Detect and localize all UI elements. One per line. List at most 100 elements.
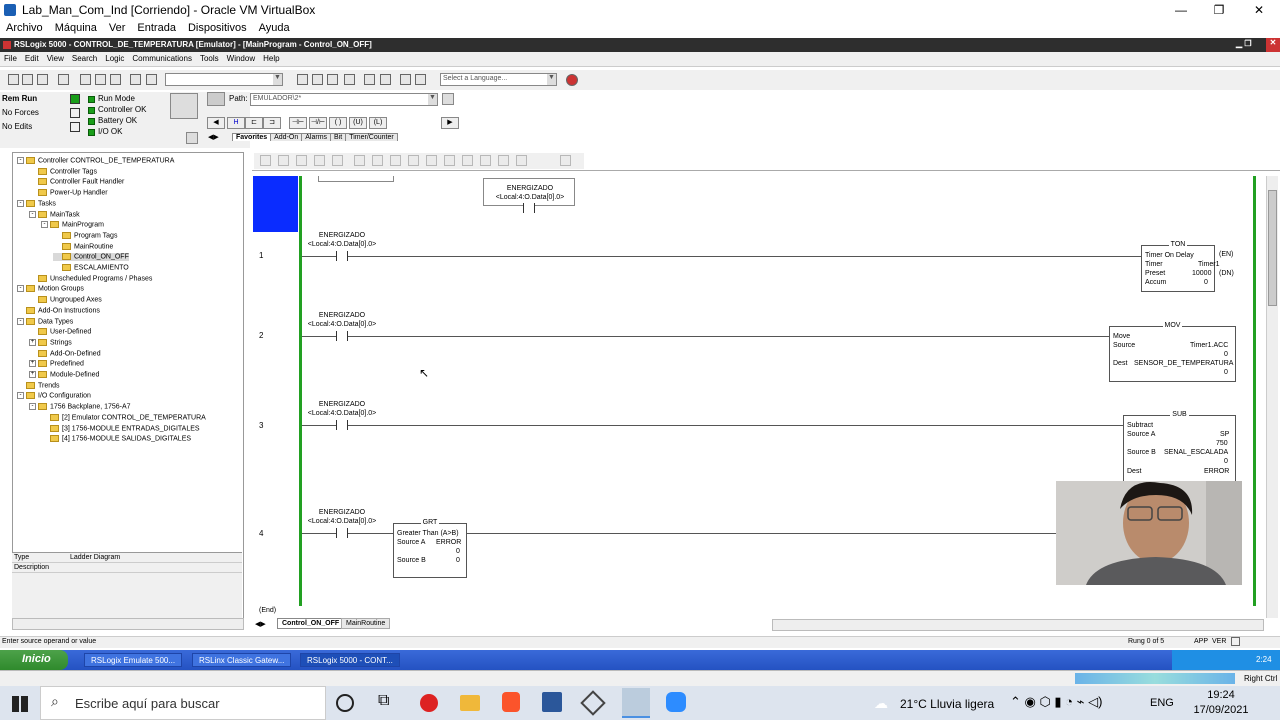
ote-icon[interactable]: ( ) <box>329 117 347 129</box>
rslogix-menu-6[interactable]: Tools <box>196 52 223 65</box>
paste-icon[interactable] <box>110 74 121 85</box>
language-select[interactable]: Select a Language... ▼ <box>440 73 557 86</box>
ladder-tool-icon[interactable] <box>444 155 455 166</box>
rung0-box[interactable] <box>318 176 394 182</box>
minimize-button[interactable]: — <box>1162 0 1200 20</box>
tree-item[interactable]: - Data Types <box>17 317 73 325</box>
rslogix-menu-0[interactable]: File <box>0 52 21 65</box>
tree-item[interactable]: Program Tags <box>53 231 117 239</box>
find-next-icon[interactable] <box>312 74 323 85</box>
mov-source-value[interactable]: Timer1.ACC <box>1190 342 1228 349</box>
tree-item[interactable]: Add-On-Defined <box>29 349 101 357</box>
xio-icon[interactable]: ⊣/⊢ <box>309 117 327 129</box>
instruction-tab-4[interactable]: Timer/Counter <box>345 133 398 141</box>
collapse-icon[interactable]: - <box>17 317 24 325</box>
brave-icon[interactable] <box>502 692 520 712</box>
ton-timer-value[interactable]: Timer1 <box>1198 261 1220 268</box>
rung2-xic-contact[interactable] <box>336 331 348 341</box>
ladder-tool-icon[interactable] <box>408 155 419 166</box>
vbox-menu-1[interactable]: Máquina <box>49 20 103 36</box>
host-date[interactable]: 17/09/2021 <box>1188 704 1254 716</box>
sub-b-value[interactable]: SENAL_ESCALADA <box>1164 449 1228 456</box>
tree-item[interactable]: Unscheduled Programs / Phases <box>29 274 152 282</box>
weather-text[interactable]: 21°C Lluvia ligera <box>900 697 994 711</box>
ladder-tool-icon[interactable] <box>390 155 401 166</box>
ton-en-output[interactable]: (EN) <box>1219 251 1233 258</box>
mov-instruction[interactable]: MOV Move Source Timer1.ACC 0 Dest SENSOR… <box>1109 322 1236 382</box>
tree-item[interactable]: Controller Fault Handler <box>29 178 124 186</box>
record-icon[interactable] <box>420 694 438 712</box>
tree-item[interactable]: [4] 1756-MODULE SALIDAS_DIGITALES <box>41 435 191 443</box>
word-icon[interactable] <box>542 692 562 712</box>
tree-item[interactable]: User-Defined <box>29 328 91 336</box>
redo-icon[interactable] <box>146 74 157 85</box>
tree-item[interactable]: [2] Emulator CONTROL_DE_TEMPERATURA <box>41 413 206 421</box>
sub-a-value[interactable]: SP <box>1220 431 1229 438</box>
ladder-tool-icon[interactable] <box>296 155 307 166</box>
rslogix-menu-3[interactable]: Search <box>68 52 101 65</box>
collapse-icon[interactable]: - <box>17 285 24 293</box>
ladder-tool-icon[interactable] <box>560 155 571 166</box>
tree-item[interactable]: - MainTask <box>29 210 80 218</box>
task-rslogix-emulate[interactable]: RSLogix Emulate 500... <box>84 653 183 667</box>
ton-dn-output[interactable]: (DN) <box>1219 270 1234 277</box>
network-icon[interactable] <box>207 92 225 106</box>
ladder-horizontal-scrollbar[interactable] <box>772 619 1264 631</box>
instruction-tab-2[interactable]: Alarms <box>301 133 332 141</box>
tree-item[interactable]: Control_ON_OFF <box>53 253 129 261</box>
property-row[interactable]: Type Ladder Diagram <box>12 553 242 563</box>
vbox-device-icons[interactable] <box>1075 673 1235 684</box>
sub-instruction[interactable]: SUB Subtract Source A SP 750 Source B SE… <box>1123 411 1236 481</box>
active-app-icon[interactable] <box>622 688 650 718</box>
grt-instruction[interactable]: GRT Greater Than (A>B) Source A ERROR 0 … <box>393 519 467 578</box>
xic-icon[interactable]: ⊣⊢ <box>289 117 307 129</box>
branch-icon[interactable]: ⊏ <box>245 117 263 129</box>
collapse-icon[interactable]: - <box>17 157 24 164</box>
vbox-menu-2[interactable]: Ver <box>103 20 132 36</box>
undo-icon[interactable] <box>130 74 141 85</box>
branch-level-icon[interactable]: ⊐ <box>263 117 281 129</box>
grt-b-value[interactable]: 0 <box>456 557 460 564</box>
vbox-menu-5[interactable]: Ayuda <box>253 20 296 36</box>
ton-preset-value[interactable]: 10000 <box>1192 270 1211 277</box>
task-view-icon[interactable]: ⧉ <box>378 692 400 714</box>
copy-icon[interactable] <box>95 74 106 85</box>
expand-icon[interactable]: + <box>29 371 36 378</box>
zoom-in-icon[interactable] <box>400 74 411 85</box>
search-combo[interactable]: ▼ <box>165 73 283 86</box>
mov-dest-value[interactable]: SENSOR_DE_TEMPERATURA <box>1134 360 1233 367</box>
ladder-tool-icon[interactable] <box>260 155 271 166</box>
tree-item[interactable]: [3] 1756-MODULE ENTRADAS_DIGITALES <box>41 424 200 432</box>
sub-dest-value[interactable]: ERROR <box>1204 468 1229 475</box>
path-combo[interactable]: EMULADOR\2* ▼ <box>250 93 438 106</box>
tab-scroll-icon[interactable]: ◀▶ <box>208 133 219 141</box>
grt-a-value[interactable]: ERROR <box>436 539 461 546</box>
ladder-tool-icon[interactable] <box>372 155 383 166</box>
tab-main-routine[interactable]: MainRoutine <box>341 618 391 629</box>
tray-icons[interactable]: ⌃ ◉ ⬡ ▮ ◔ ⌁ ◁) <box>1010 694 1102 710</box>
zoom-icon[interactable] <box>666 692 686 712</box>
rung1-xic-contact[interactable] <box>336 251 348 261</box>
verify-routine-icon[interactable] <box>364 74 375 85</box>
collapse-icon[interactable]: - <box>41 221 48 229</box>
rslogix-menu-5[interactable]: Communications <box>128 52 196 65</box>
tree-item[interactable]: Add-On Instructions <box>17 306 100 314</box>
expand-icon[interactable]: + <box>29 338 36 346</box>
expand-icon[interactable]: + <box>29 360 36 368</box>
start-button[interactable]: Inicio <box>0 650 68 670</box>
find-prev-icon[interactable] <box>327 74 338 85</box>
taskbar-search[interactable]: ⌕ Escribe aquí para buscar <box>40 686 326 720</box>
tree-item[interactable]: - Tasks <box>17 199 56 207</box>
rslogix-menu-8[interactable]: Help <box>259 52 283 65</box>
close-button[interactable]: ✕ <box>1240 0 1278 20</box>
tree-item[interactable]: - Motion Groups <box>17 285 84 293</box>
collapse-icon[interactable]: - <box>29 403 36 411</box>
collapse-icon[interactable]: - <box>17 199 24 207</box>
tree-item[interactable]: + Module-Defined <box>29 371 99 378</box>
tree-item[interactable]: Trends <box>17 381 60 389</box>
ladder-tool-icon[interactable] <box>314 155 325 166</box>
scrollbar-thumb[interactable] <box>1268 190 1277 306</box>
collapse-icon[interactable]: - <box>29 210 36 218</box>
organizer-scrollbar[interactable] <box>12 618 244 630</box>
ladder-tool-icon[interactable] <box>516 155 527 166</box>
